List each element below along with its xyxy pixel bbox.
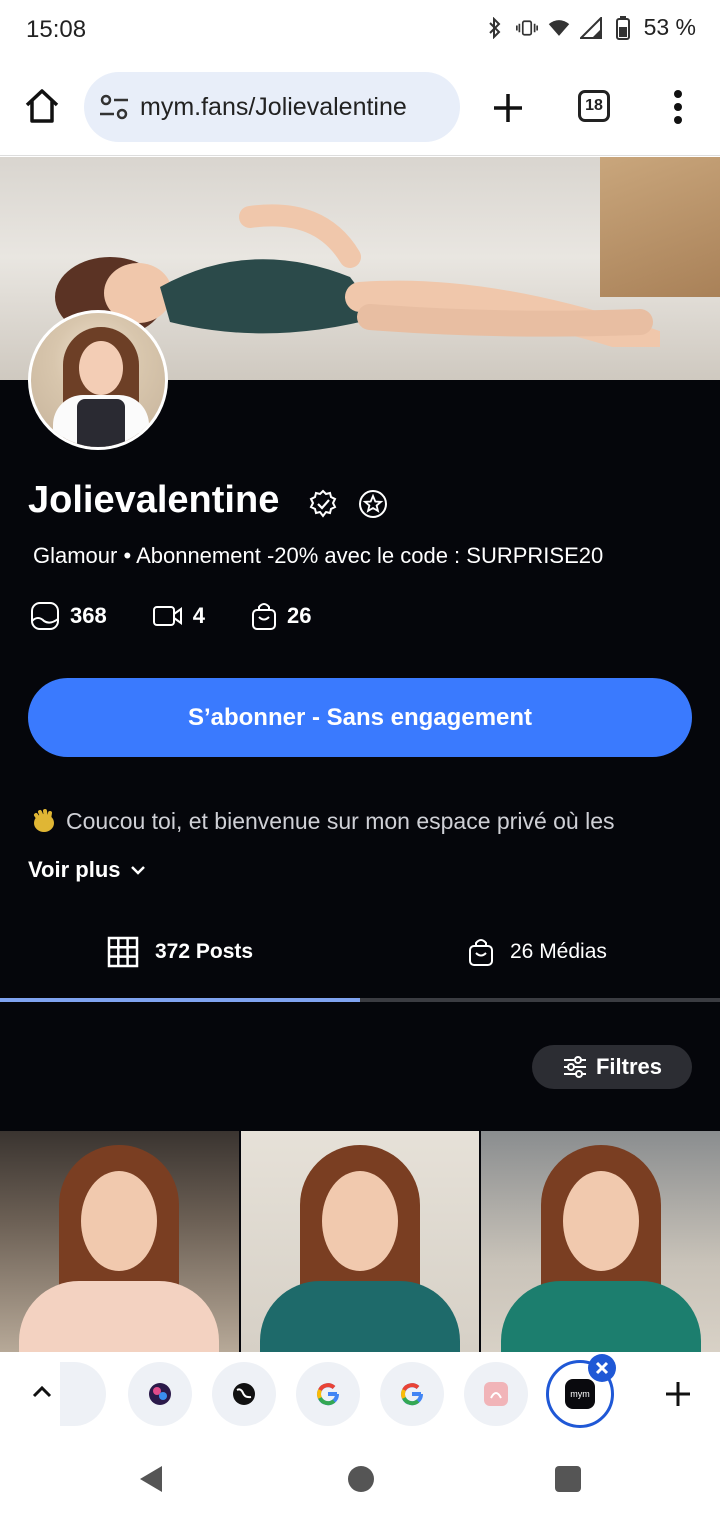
- subscribe-button[interactable]: S’abonner - Sans engagement: [28, 678, 692, 757]
- see-more-button[interactable]: Voir plus: [28, 857, 147, 883]
- stat-videos-value: 4: [192, 603, 205, 628]
- image-icon: [31, 602, 59, 630]
- bluetooth-icon: [484, 16, 506, 40]
- wifi-icon: [548, 16, 570, 40]
- site-settings-icon[interactable]: [98, 93, 130, 121]
- tab-thumbnail[interactable]: [212, 1362, 276, 1426]
- video-icon: [152, 606, 182, 626]
- add-tab-icon[interactable]: [664, 1380, 692, 1408]
- star-badge-icon: [359, 490, 387, 518]
- tab-thumbnail[interactable]: [128, 1362, 192, 1426]
- address-bar[interactable]: mym.fans/Jolievalentine: [84, 72, 460, 142]
- new-tab-button[interactable]: [488, 88, 528, 128]
- tab-switcher-bar: mym: [0, 1352, 720, 1436]
- see-more-label: Voir plus: [28, 857, 121, 882]
- signal-icon: [579, 16, 602, 40]
- verified-badge-icon: [309, 489, 337, 518]
- tab-thumbnail[interactable]: [296, 1362, 360, 1426]
- stat-photos: 368: [30, 601, 107, 631]
- sliders-icon: [563, 1056, 586, 1078]
- post-thumbnail[interactable]: [0, 1131, 239, 1352]
- close-icon: [595, 1361, 609, 1375]
- tab-posts[interactable]: 372 Posts: [107, 932, 253, 972]
- status-bar: 15:08 53 %: [0, 0, 720, 60]
- profile-name: Jolievalentine: [28, 479, 280, 521]
- google-icon: [317, 1383, 340, 1406]
- tab-posts-label: 372 Posts: [155, 940, 254, 963]
- filter-label: Filtres: [595, 1054, 663, 1079]
- status-icons: 53 %: [484, 14, 696, 41]
- app-favicon-icon: [149, 1383, 171, 1405]
- home-nav-icon[interactable]: [348, 1466, 374, 1492]
- home-button[interactable]: [22, 86, 62, 126]
- waving-hand-icon: [34, 809, 54, 832]
- profile-bio: Coucou toi, et bienvenue sur mon espace …: [30, 799, 680, 843]
- status-time: 15:08: [26, 16, 87, 43]
- shopping-bag-icon: [251, 603, 276, 630]
- system-nav-bar: [0, 1436, 720, 1520]
- globe-icon: [233, 1383, 255, 1405]
- plus-icon: [494, 94, 522, 122]
- stat-media-value: 26: [286, 603, 312, 628]
- close-tab-button[interactable]: [588, 1354, 616, 1382]
- shopping-bag-icon: [469, 939, 493, 966]
- home-icon: [25, 89, 59, 123]
- pink-app-icon: [484, 1382, 508, 1406]
- post-thumbnail[interactable]: [240, 1131, 480, 1352]
- profile-page: Jolievalentine Glamour • Abonnement -20%…: [0, 157, 720, 1352]
- recents-icon[interactable]: [555, 1466, 581, 1492]
- filter-button[interactable]: Filtres: [532, 1045, 692, 1089]
- back-icon[interactable]: [138, 1464, 164, 1494]
- chevron-down-icon: [130, 866, 145, 875]
- mym-app-icon: mym: [565, 1379, 595, 1409]
- grid-icon: [107, 936, 139, 968]
- browser-menu-button[interactable]: [666, 86, 690, 128]
- url-text: mym.fans/Jolievalentine: [140, 92, 407, 121]
- more-vert-icon: [674, 90, 682, 124]
- post-thumbnail[interactable]: [481, 1131, 720, 1352]
- stat-photos-value: 368: [70, 603, 107, 628]
- tab-thumbnail[interactable]: [380, 1362, 444, 1426]
- tab-indicator: [0, 998, 720, 1002]
- battery-icon: [612, 15, 634, 40]
- tab-count-button[interactable]: 18: [578, 90, 610, 122]
- bio-text: Coucou toi, et bienvenue sur mon espace …: [66, 807, 615, 834]
- chevron-up-icon[interactable]: [30, 1380, 54, 1404]
- tab-thumbnail[interactable]: [60, 1362, 106, 1426]
- battery-level: 53 %: [643, 14, 696, 40]
- tab-medias-label: 26 Médias: [510, 940, 607, 963]
- stat-videos: 4: [152, 603, 205, 629]
- post-grid: [0, 1131, 720, 1352]
- stat-media: 26: [251, 601, 311, 631]
- vibrate-icon: [515, 16, 538, 40]
- tab-medias[interactable]: 26 Médias: [468, 932, 607, 972]
- tab-thumbnail[interactable]: [464, 1362, 528, 1426]
- profile-description: Glamour • Abonnement -20% avec le code :…: [33, 543, 604, 568]
- google-icon: [401, 1383, 424, 1406]
- profile-stats: 368 4 26: [30, 601, 357, 631]
- avatar[interactable]: [28, 310, 168, 450]
- browser-toolbar: mym.fans/Jolievalentine 18: [0, 60, 720, 156]
